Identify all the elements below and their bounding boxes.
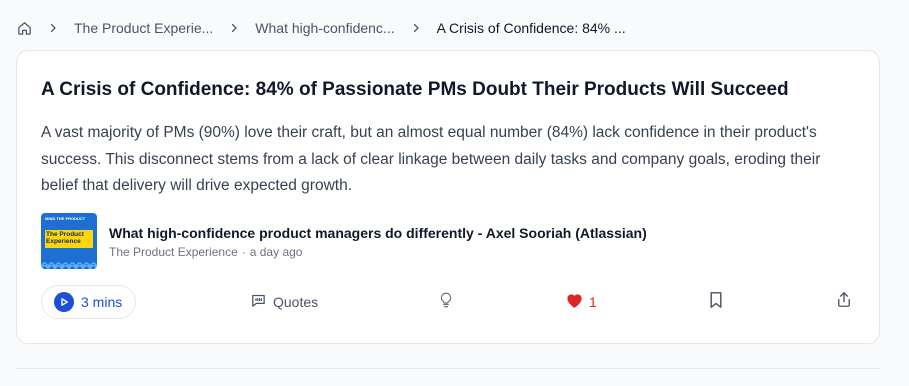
episode-meta: The Product Experience · a day ago — [109, 244, 647, 260]
share-icon — [835, 290, 853, 314]
quotes-button[interactable]: Quotes — [250, 285, 318, 319]
quotes-icon — [250, 292, 267, 312]
like-button[interactable]: 1 — [565, 285, 605, 319]
play-icon — [54, 292, 74, 312]
heart-icon — [565, 291, 584, 314]
card-summary: A vast majority of PMs (90%) love their … — [41, 124, 821, 194]
chevron-right-icon — [45, 20, 61, 36]
breadcrumb: The Product Experie... What high-confide… — [16, 17, 626, 39]
breadcrumb-item-current: A Crisis of Confidence: 84% ... — [436, 20, 626, 36]
quotes-label: Quotes — [273, 294, 319, 310]
lightbulb-button[interactable] — [437, 285, 455, 319]
cover-title-text: The Product Experience — [46, 231, 84, 245]
divider — [16, 368, 880, 369]
cover-brand-text: MIND THE PRODUCT — [45, 216, 86, 221]
share-button[interactable] — [835, 285, 853, 319]
card-actions: 3 mins Quotes 1 — [41, 285, 861, 319]
bookmark-icon — [708, 291, 724, 314]
episode-title[interactable]: What high-confidence product managers do… — [109, 223, 647, 243]
card-title: A Crisis of Confidence: 84% of Passionat… — [41, 79, 789, 100]
bookmark-button[interactable] — [707, 285, 725, 319]
home-icon[interactable] — [16, 20, 32, 36]
episode-source[interactable]: MIND THE PRODUCT The Product Experience … — [41, 213, 647, 269]
like-count: 1 — [589, 294, 597, 310]
insight-card: A Crisis of Confidence: 84% of Passionat… — [16, 50, 880, 344]
breadcrumb-item-episode[interactable]: What high-confidenc... — [255, 20, 394, 36]
meta-separator: · — [241, 244, 246, 259]
published-time: a day ago — [249, 244, 303, 259]
podcast-cover: MIND THE PRODUCT The Product Experience — [41, 213, 97, 269]
chevron-right-icon — [226, 20, 242, 36]
chevron-right-icon — [408, 20, 424, 36]
play-duration: 3 mins — [81, 294, 123, 310]
cover-waves-graphic — [41, 262, 97, 269]
play-button[interactable]: 3 mins — [41, 285, 136, 319]
show-name: The Product Experience — [109, 244, 238, 259]
breadcrumb-item-show[interactable]: The Product Experie... — [74, 20, 213, 36]
lightbulb-icon — [437, 290, 455, 315]
